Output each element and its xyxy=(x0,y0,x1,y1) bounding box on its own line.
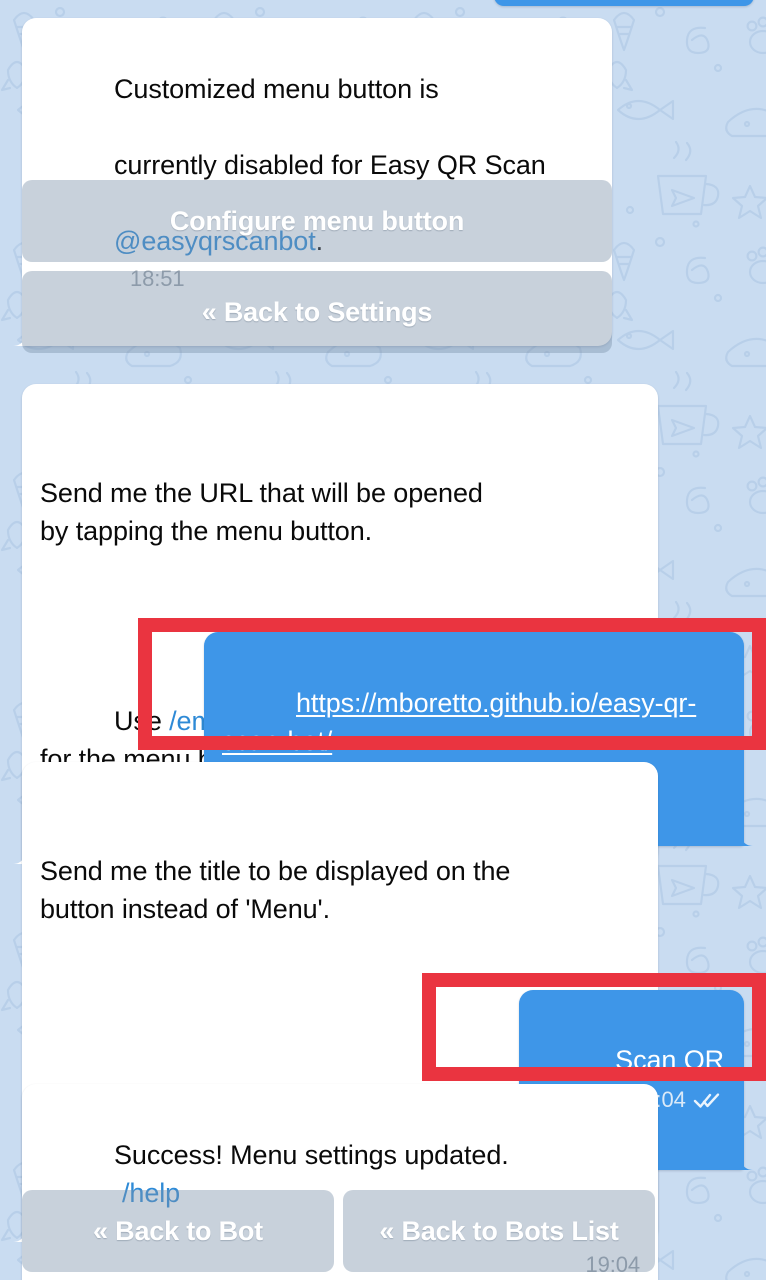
back-to-bot-button[interactable]: « Back to Bot xyxy=(22,1190,334,1272)
url-link[interactable]: https://mboretto.github.io/easy-qr-scan-… xyxy=(222,688,696,756)
message-body: Scan QR xyxy=(615,1045,724,1075)
inline-keyboard-navigation: « Back to Bot « Back to Bots List xyxy=(22,1190,655,1272)
message-paragraph-1: Send me the title to be displayed on the… xyxy=(40,856,511,924)
message-list: Customized menu button is currently disa… xyxy=(0,0,766,1280)
message-paragraph-1: Send me the URL that will be opened by t… xyxy=(40,478,483,546)
message-body: Success! Menu settings updated. xyxy=(114,1140,509,1170)
double-check-icon xyxy=(693,1093,719,1108)
back-to-bots-list-button[interactable]: « Back to Bots List xyxy=(343,1190,655,1272)
inline-keyboard-menu: Configure menu button « Back to Settings xyxy=(22,180,612,353)
message-line-1: Customized menu button is xyxy=(114,74,439,104)
message-line-2: currently disabled for Easy QR Scan xyxy=(114,150,546,180)
back-to-settings-button[interactable]: « Back to Settings xyxy=(22,271,612,353)
configure-menu-button[interactable]: Configure menu button xyxy=(22,180,612,262)
chat-screen: Customized menu button is currently disa… xyxy=(0,0,766,1280)
